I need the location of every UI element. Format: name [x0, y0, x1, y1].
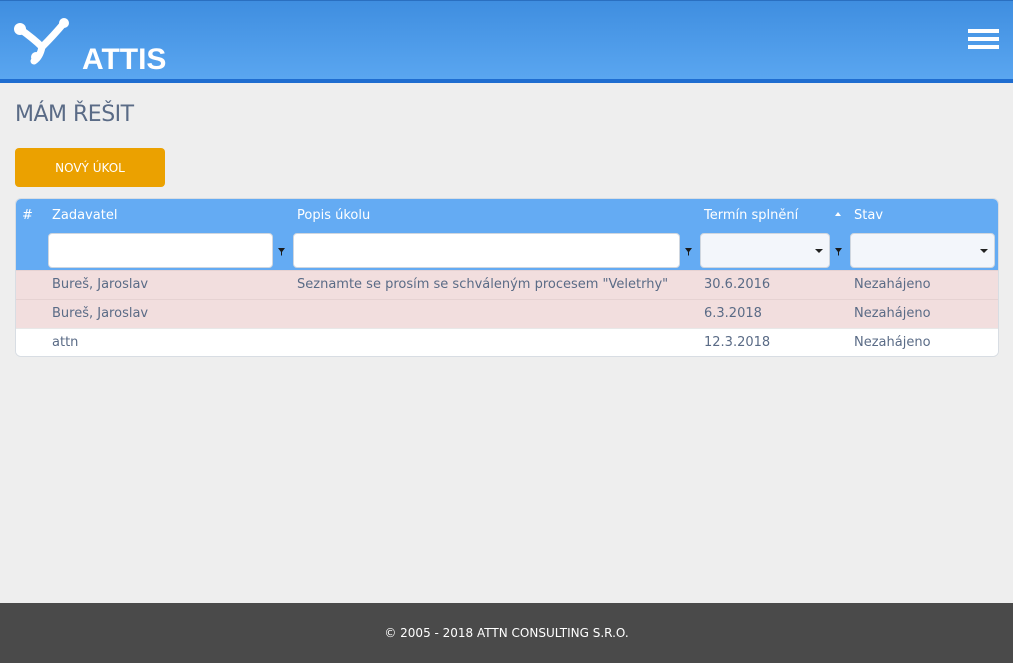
- description-filter-icon[interactable]: [685, 248, 692, 256]
- menu-button[interactable]: [968, 29, 999, 53]
- task-table: # Zadavatel Popis úkolu Termín splnění S…: [15, 198, 999, 357]
- logo-figure-icon: [14, 18, 69, 65]
- chevron-down-icon: [980, 249, 988, 253]
- app-header: ATTIS: [0, 0, 1013, 83]
- table-row[interactable]: Bureš, Jaroslav Seznamte se prosím se sc…: [16, 270, 998, 299]
- logo-text: ATTIS: [82, 43, 167, 76]
- sort-ascending-icon: [835, 212, 841, 216]
- cell-submitter: attn: [52, 335, 79, 350]
- table-row[interactable]: Bureš, Jaroslav 6.3.2018 Nezahájeno: [16, 299, 998, 328]
- cell-status: Nezahájeno: [854, 277, 931, 292]
- cell-due-date: 30.6.2016: [704, 277, 771, 292]
- page-footer: © 2005 - 2018 ATTN CONSULTING S.R.O.: [0, 603, 1013, 663]
- page-title: MÁM ŘEŠIT: [15, 102, 134, 127]
- table-header: # Zadavatel Popis úkolu Termín splnění S…: [16, 199, 998, 270]
- due-date-filter-select[interactable]: [700, 233, 830, 268]
- submitter-filter-input[interactable]: [48, 233, 273, 268]
- column-header-index: #: [22, 208, 33, 223]
- cell-status: Nezahájeno: [854, 335, 931, 350]
- column-header-due-date[interactable]: Termín splnění: [704, 208, 798, 223]
- cell-submitter: Bureš, Jaroslav: [52, 306, 149, 321]
- attis-logo[interactable]: ATTIS: [14, 17, 166, 76]
- cell-status: Nezahájeno: [854, 306, 931, 321]
- column-header-submitter[interactable]: Zadavatel: [52, 208, 117, 223]
- cell-due-date: 6.3.2018: [704, 306, 762, 321]
- table-row[interactable]: attn 12.3.2018 Nezahájeno: [16, 328, 998, 356]
- due-date-filter-icon[interactable]: [835, 248, 842, 256]
- new-task-button[interactable]: NOVÝ ÚKOL: [15, 148, 165, 187]
- column-header-status[interactable]: Stav: [854, 208, 883, 223]
- cell-due-date: 12.3.2018: [704, 335, 771, 350]
- cell-description: Seznamte se prosím se schváleným procese…: [297, 277, 669, 292]
- status-filter-select[interactable]: [850, 233, 995, 268]
- column-header-description[interactable]: Popis úkolu: [297, 208, 370, 223]
- description-filter-input[interactable]: [293, 233, 680, 268]
- submitter-filter-icon[interactable]: [278, 248, 285, 256]
- copyright-text: © 2005 - 2018 ATTN CONSULTING S.R.O.: [384, 626, 629, 640]
- cell-submitter: Bureš, Jaroslav: [52, 277, 149, 292]
- chevron-down-icon: [815, 249, 823, 253]
- hamburger-icon: [968, 29, 999, 33]
